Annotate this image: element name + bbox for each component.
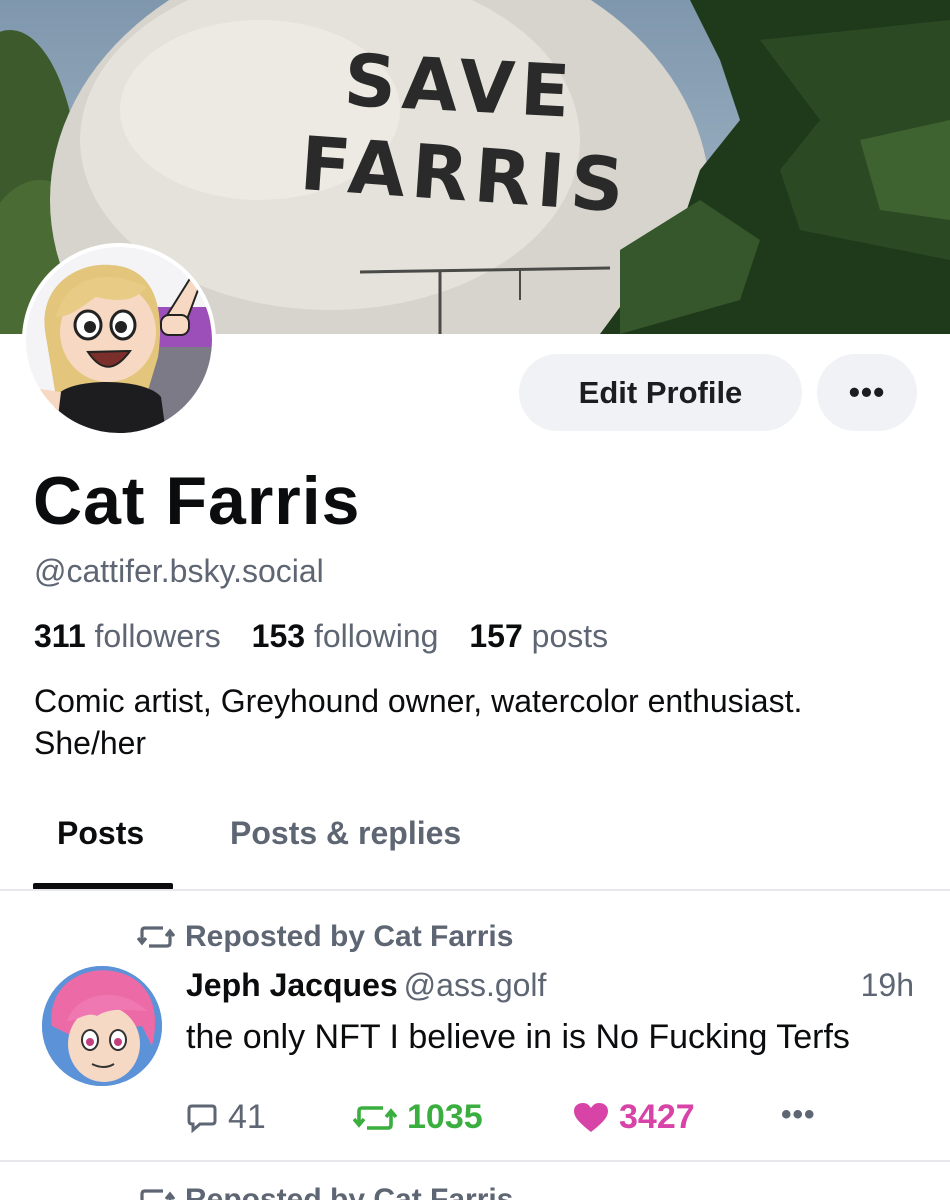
repost-label: Reposted by Cat Farris	[185, 920, 514, 953]
repost-attribution[interactable]: Reposted by Cat Farris	[137, 920, 513, 954]
banner-sign-line2: FARRIS	[297, 120, 633, 230]
display-name: Cat Farris	[33, 463, 361, 539]
tabs-divider	[0, 889, 950, 891]
repost-count: 1035	[407, 1098, 483, 1136]
reply-count: 41	[228, 1098, 266, 1136]
reply-icon	[187, 1104, 217, 1133]
following-stat[interactable]: 153 following	[252, 618, 439, 654]
posts-stat: 157 posts	[469, 618, 608, 654]
following-count: 153	[251, 618, 306, 654]
repost-icon	[353, 1105, 397, 1130]
posts-label: posts	[531, 618, 609, 654]
post-more-button[interactable]: •••	[781, 1098, 816, 1132]
repost-button[interactable]: 1035	[353, 1098, 483, 1137]
author-avatar[interactable]	[42, 966, 162, 1086]
profile-page: SAVE FARRIS ✦ Edit Profile ••• Cat Farri…	[0, 0, 950, 1200]
author-handle[interactable]: @ass.golf	[404, 967, 547, 1003]
post-text[interactable]: the only NFT I believe in is No Fucking …	[186, 1018, 850, 1057]
followers-label: followers	[94, 618, 221, 654]
reply-button[interactable]: 41	[186, 1098, 266, 1137]
followers-stat[interactable]: 311 followers	[34, 618, 221, 654]
avatar-illustration: ✦	[26, 247, 212, 433]
like-count: 3427	[619, 1098, 695, 1136]
feed-item-divider	[0, 1160, 950, 1162]
profile-more-button[interactable]: •••	[817, 354, 917, 431]
author-avatar-illustration	[42, 966, 162, 1086]
posts-count: 157	[469, 618, 523, 654]
repost-attribution-next[interactable]: Reposted by Cat Farris	[137, 1183, 513, 1200]
followers-count: 311	[34, 618, 86, 654]
bio-line-1: Comic artist, Greyhound owner, watercolo…	[34, 683, 803, 719]
tab-posts-and-replies[interactable]: Posts & replies	[230, 815, 461, 852]
profile-stats: 311 followers 153 following 157 posts	[34, 618, 608, 655]
like-button[interactable]: 3427	[573, 1098, 695, 1137]
banner-sign-line1: SAVE	[342, 37, 578, 135]
post-timestamp: 19h	[860, 967, 914, 1003]
post-author-line[interactable]: Jeph Jacques @ass.golf	[186, 967, 546, 1004]
bio-line-2: She/her	[34, 725, 147, 761]
svg-text:✦: ✦	[176, 259, 188, 275]
profile-avatar[interactable]: ✦	[22, 243, 216, 437]
repost-icon	[137, 926, 175, 948]
tab-posts[interactable]: Posts	[57, 815, 144, 852]
repost-label-next: Reposted by Cat Farris	[185, 1183, 514, 1200]
repost-icon	[140, 1189, 175, 1200]
profile-handle: @cattifer.bsky.social	[34, 553, 324, 589]
edit-profile-button[interactable]: Edit Profile	[519, 354, 802, 431]
author-name[interactable]: Jeph Jacques	[186, 967, 398, 1003]
following-label: following	[313, 618, 439, 654]
heart-icon	[574, 1102, 608, 1132]
profile-bio: Comic artist, Greyhound owner, watercolo…	[34, 680, 924, 764]
